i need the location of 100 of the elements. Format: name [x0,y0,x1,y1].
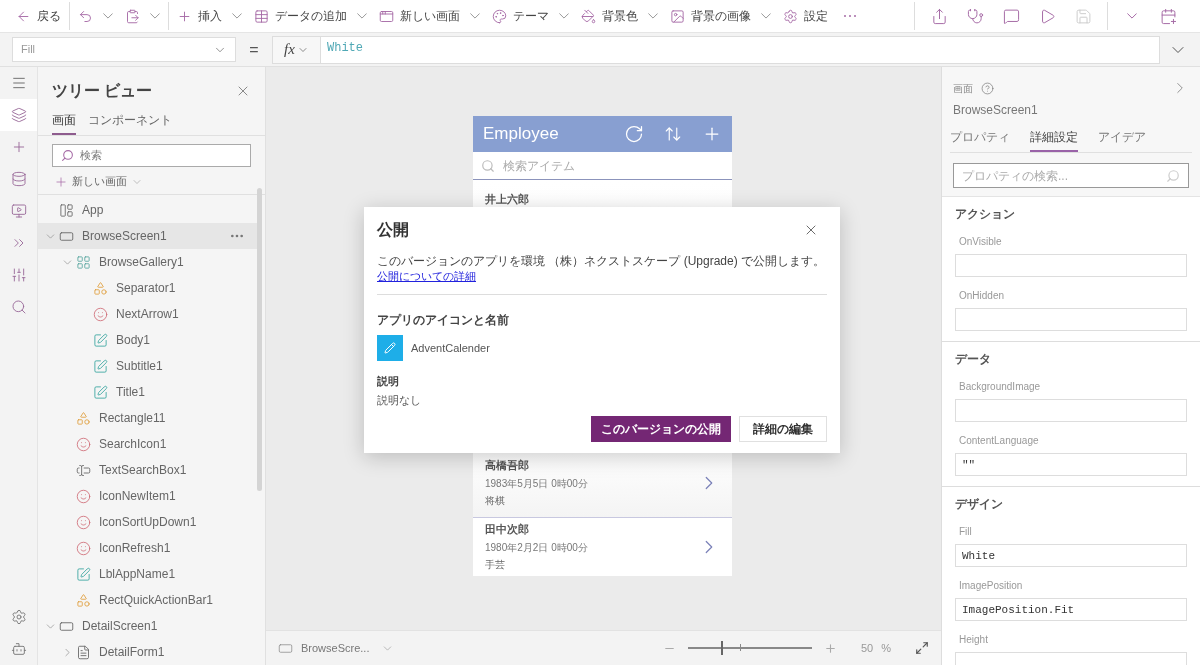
save-icon [1074,7,1092,25]
tree-item[interactable]: LblAppName1 [38,561,257,587]
search-field[interactable]: 検索 [52,144,251,167]
database-icon [10,171,27,187]
publish-button[interactable]: このバージョンの公開 [591,416,731,442]
tree-item[interactable]: BrowseGallery1 [38,249,257,275]
shapes-icon [93,280,108,296]
panel-tab[interactable]: 画面 [52,111,76,135]
tree-item[interactable]: Body1 [38,327,257,353]
label-icon [93,384,108,400]
app-title: Employee [483,123,560,146]
toolbar-button[interactable]: 背景の画像 [666,2,775,30]
help-icon[interactable] [981,81,994,95]
dialog-message: このバージョンのアプリを環境 （株）ネクストスケープ (Upgrade) で公開します。 [377,254,826,269]
panel-tab[interactable]: コンポーネント [88,111,172,135]
property-label: OnVisible [959,235,1003,250]
edit-details-button[interactable]: 詳細の編集 [739,416,827,442]
control-type: 画面 [953,81,973,96]
slider-thumb[interactable] [721,641,724,655]
zoom-in-icon[interactable] [823,641,837,655]
stethoscope-icon [966,7,984,25]
tree-item-label: LblAppName1 [99,566,177,583]
toolbar-button[interactable]: 設定 [779,2,832,30]
tree-item-label: App [82,202,105,219]
tree-item-label: Body1 [116,332,152,349]
property-field[interactable] [955,254,1187,278]
search-icon [481,158,495,173]
property-field[interactable]: ImagePosition.Fit [955,598,1187,622]
tree-item[interactable]: Title1 [38,379,257,405]
tree-item[interactable]: Subtitle1 [38,353,257,379]
tree-item[interactable]: Separator1 [38,275,257,301]
tree-item[interactable]: DetailForm1 [38,639,257,665]
toolbar-button[interactable]: データの追加 [250,2,371,30]
toolbar-button[interactable]: 背景色 [577,2,662,30]
tree-item[interactable]: Rectangle11 [38,405,257,431]
search-icon [10,299,27,315]
tree-item[interactable]: IconSortUpDown1 [38,509,257,535]
tree-item[interactable]: IconRefresh1 [38,535,257,561]
details-link[interactable]: 公開についての詳細 [377,269,476,284]
text-input-icon [76,462,91,478]
property-field[interactable] [955,308,1187,332]
panel-tab[interactable]: 詳細設定 [1030,129,1078,153]
tree-item-label: Rectangle11 [99,410,167,427]
layers-button[interactable] [0,99,37,131]
image-icon [670,8,685,24]
tree-item-label: Subtitle1 [116,358,164,375]
window-icon [379,8,394,24]
calendar-plus-icon [1159,7,1177,25]
property-field[interactable]: White [955,544,1187,568]
tree-item[interactable]: RectQuickActionBar1 [38,587,257,613]
fit-icon[interactable] [915,641,929,655]
panel-tab[interactable]: アイデア [1098,129,1146,153]
paint-bucket-icon [581,8,596,24]
media-icon [10,203,27,219]
comment-icon [1002,7,1020,25]
toolbar-button[interactable]: 新しい画面 [375,2,484,30]
birth-date: 1980年2月2日 0時00分 [485,540,589,555]
refresh-icon[interactable] [624,124,644,144]
toolbar-button[interactable]: 挿入 [173,2,246,30]
tree-item[interactable]: TextSearchBox1 [38,457,257,483]
property-dropdown[interactable]: Fill [12,37,236,62]
tree-item[interactable]: IconNewItem1 [38,483,257,509]
tree-item[interactable]: SearchIcon1 [38,431,257,457]
property-label: OnHidden [959,289,1006,304]
zoom-slider[interactable] [687,641,812,655]
property-label: ContentLanguage [959,434,1040,449]
shapes-icon [76,410,91,426]
tree-item[interactable]: BrowseScreen1 [38,223,257,249]
pencil-icon [384,342,396,354]
property-field[interactable] [955,399,1187,423]
tree-item[interactable]: NextArrow1 [38,301,257,327]
zoom-unit: % [881,640,891,656]
toolbar-button[interactable]: テーマ [488,2,573,30]
sort-icon[interactable] [664,125,682,143]
panel-tab[interactable]: プロパティ [950,129,1010,153]
tree-item-label: IconSortUpDown1 [99,514,198,531]
new-screen-button[interactable]: 新しい画面 [38,169,265,195]
smile-icon [76,540,91,556]
plus-icon [177,8,192,24]
toolbar-button[interactable]: 戻る [12,2,65,30]
tree-item[interactable]: App [38,197,257,223]
property-label: Height [959,633,989,648]
table-icon [254,8,269,24]
hobby: 将棋 [485,493,506,508]
screen-selector[interactable]: BrowseScre... [278,639,395,657]
tree-item[interactable]: DetailScreen1 [38,613,257,639]
settings-icon [783,8,798,24]
search-icon [1166,168,1180,183]
property-label: ImagePosition [959,579,1024,594]
property-field[interactable]: "" [955,453,1187,477]
control-name: BrowseScreen1 [953,102,1039,119]
zoom-value: 50 [860,640,874,656]
shapes-icon [76,592,91,608]
tree-item-label: IconNewItem1 [99,488,177,505]
employee-name: 田中次郎 [485,522,530,538]
chevron-down-icon [1127,13,1137,19]
section-heading: 説明 [377,374,400,389]
form-icon [76,644,91,660]
gallery-row[interactable]: 田中次郎 1980年2月2日 0時00分 手芸 [473,518,732,575]
equals-sign: = [248,39,260,60]
